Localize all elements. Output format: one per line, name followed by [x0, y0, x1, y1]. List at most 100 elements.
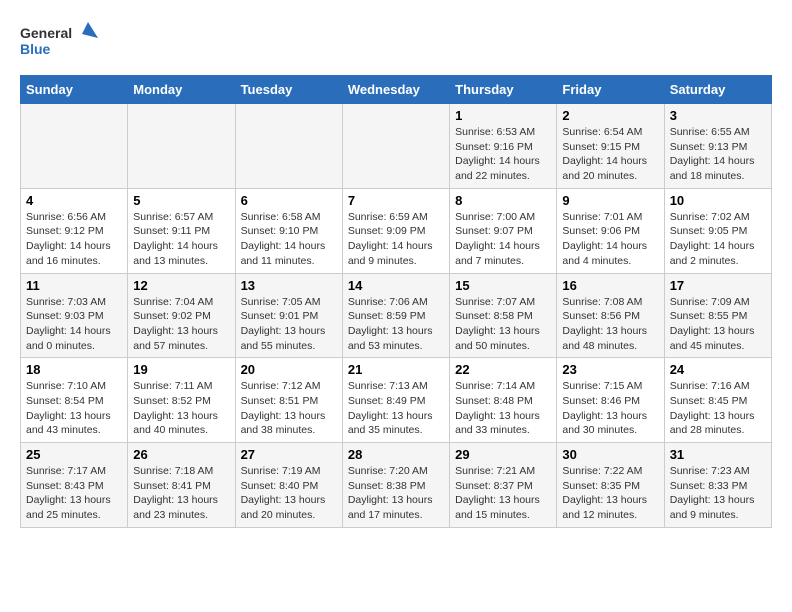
day-info: Sunrise: 7:02 AM Sunset: 9:05 PM Dayligh…	[670, 210, 766, 269]
day-cell: 31 Sunrise: 7:23 AM Sunset: 8:33 PM Dayli…	[664, 443, 771, 528]
day-cell: 28 Sunrise: 7:20 AM Sunset: 8:38 PM Dayli…	[342, 443, 449, 528]
day-info: Sunrise: 7:13 AM Sunset: 8:49 PM Dayligh…	[348, 379, 444, 438]
day-info: Sunrise: 7:22 AM Sunset: 8:35 PM Dayligh…	[562, 464, 658, 523]
day-info: Sunrise: 6:55 AM Sunset: 9:13 PM Dayligh…	[670, 125, 766, 184]
day-cell: 22Sunrise: 7:14 AM Sunset: 8:48 PM Dayli…	[450, 358, 557, 443]
day-number: 31	[670, 447, 766, 462]
day-number: 12	[133, 278, 229, 293]
day-info: Sunrise: 7:17 AM Sunset: 8:43 PM Dayligh…	[26, 464, 122, 523]
day-info: Sunrise: 6:59 AM Sunset: 9:09 PM Dayligh…	[348, 210, 444, 269]
day-info: Sunrise: 7:09 AM Sunset: 8:55 PM Dayligh…	[670, 295, 766, 354]
week-row-5: 25 Sunrise: 7:17 AM Sunset: 8:43 PM Dayli…	[21, 443, 772, 528]
weekday-header-thursday: Thursday	[450, 76, 557, 104]
day-number: 25	[26, 447, 122, 462]
day-cell: 14 Sunrise: 7:06 AM Sunset: 8:59 PM Dayli…	[342, 273, 449, 358]
day-number: 29	[455, 447, 551, 462]
day-cell: 13 Sunrise: 7:05 AM Sunset: 9:01 PM Dayli…	[235, 273, 342, 358]
day-number: 17	[670, 278, 766, 293]
day-cell: 7 Sunrise: 6:59 AM Sunset: 9:09 PM Daylig…	[342, 188, 449, 273]
day-cell: 27 Sunrise: 7:19 AM Sunset: 8:40 PM Dayli…	[235, 443, 342, 528]
day-cell: 12 Sunrise: 7:04 AM Sunset: 9:02 PM Dayli…	[128, 273, 235, 358]
day-cell	[128, 104, 235, 189]
day-cell: 24Sunrise: 7:16 AM Sunset: 8:45 PM Dayli…	[664, 358, 771, 443]
day-number: 23	[562, 362, 658, 377]
day-number: 24	[670, 362, 766, 377]
weekday-header-wednesday: Wednesday	[342, 76, 449, 104]
day-cell: 1 Sunrise: 6:53 AM Sunset: 9:16 PM Daylig…	[450, 104, 557, 189]
day-number: 14	[348, 278, 444, 293]
day-number: 30	[562, 447, 658, 462]
day-info: Sunrise: 7:14 AM Sunset: 8:48 PM Dayligh…	[455, 379, 551, 438]
day-number: 19	[133, 362, 229, 377]
day-info: Sunrise: 7:12 AM Sunset: 8:51 PM Dayligh…	[241, 379, 337, 438]
day-cell: 4 Sunrise: 6:56 AM Sunset: 9:12 PM Daylig…	[21, 188, 128, 273]
day-number: 13	[241, 278, 337, 293]
day-cell	[21, 104, 128, 189]
day-info: Sunrise: 7:11 AM Sunset: 8:52 PM Dayligh…	[133, 379, 229, 438]
day-info: Sunrise: 6:56 AM Sunset: 9:12 PM Dayligh…	[26, 210, 122, 269]
day-number: 3	[670, 108, 766, 123]
day-info: Sunrise: 7:10 AM Sunset: 8:54 PM Dayligh…	[26, 379, 122, 438]
day-number: 2	[562, 108, 658, 123]
day-cell: 23 Sunrise: 7:15 AM Sunset: 8:46 PM Dayli…	[557, 358, 664, 443]
svg-text:Blue: Blue	[20, 41, 51, 57]
day-number: 21	[348, 362, 444, 377]
day-cell: 21 Sunrise: 7:13 AM Sunset: 8:49 PM Dayli…	[342, 358, 449, 443]
day-cell: 16 Sunrise: 7:08 AM Sunset: 8:56 PM Dayli…	[557, 273, 664, 358]
day-cell: 8Sunrise: 7:00 AM Sunset: 9:07 PM Daylig…	[450, 188, 557, 273]
logo: General Blue	[20, 20, 100, 65]
day-cell: 18 Sunrise: 7:10 AM Sunset: 8:54 PM Dayli…	[21, 358, 128, 443]
week-row-3: 11 Sunrise: 7:03 AM Sunset: 9:03 PM Dayli…	[21, 273, 772, 358]
day-number: 9	[562, 193, 658, 208]
day-info: Sunrise: 7:15 AM Sunset: 8:46 PM Dayligh…	[562, 379, 658, 438]
day-number: 16	[562, 278, 658, 293]
day-number: 4	[26, 193, 122, 208]
logo-svg: General Blue	[20, 20, 100, 65]
day-cell	[235, 104, 342, 189]
day-info: Sunrise: 6:54 AM Sunset: 9:15 PM Dayligh…	[562, 125, 658, 184]
weekday-header-tuesday: Tuesday	[235, 76, 342, 104]
day-info: Sunrise: 7:08 AM Sunset: 8:56 PM Dayligh…	[562, 295, 658, 354]
day-number: 27	[241, 447, 337, 462]
day-info: Sunrise: 7:23 AM Sunset: 8:33 PM Dayligh…	[670, 464, 766, 523]
day-cell: 19 Sunrise: 7:11 AM Sunset: 8:52 PM Dayli…	[128, 358, 235, 443]
day-info: Sunrise: 6:58 AM Sunset: 9:10 PM Dayligh…	[241, 210, 337, 269]
day-info: Sunrise: 6:53 AM Sunset: 9:16 PM Dayligh…	[455, 125, 551, 184]
day-number: 10	[670, 193, 766, 208]
day-info: Sunrise: 7:06 AM Sunset: 8:59 PM Dayligh…	[348, 295, 444, 354]
day-cell: 2 Sunrise: 6:54 AM Sunset: 9:15 PM Daylig…	[557, 104, 664, 189]
day-info: Sunrise: 7:01 AM Sunset: 9:06 PM Dayligh…	[562, 210, 658, 269]
day-info: Sunrise: 7:21 AM Sunset: 8:37 PM Dayligh…	[455, 464, 551, 523]
day-cell: 25 Sunrise: 7:17 AM Sunset: 8:43 PM Dayli…	[21, 443, 128, 528]
day-number: 1	[455, 108, 551, 123]
day-cell: 6 Sunrise: 6:58 AM Sunset: 9:10 PM Daylig…	[235, 188, 342, 273]
day-info: Sunrise: 7:05 AM Sunset: 9:01 PM Dayligh…	[241, 295, 337, 354]
day-number: 6	[241, 193, 337, 208]
day-cell: 20 Sunrise: 7:12 AM Sunset: 8:51 PM Dayli…	[235, 358, 342, 443]
week-row-4: 18 Sunrise: 7:10 AM Sunset: 8:54 PM Dayli…	[21, 358, 772, 443]
day-number: 11	[26, 278, 122, 293]
day-number: 26	[133, 447, 229, 462]
day-info: Sunrise: 7:18 AM Sunset: 8:41 PM Dayligh…	[133, 464, 229, 523]
weekday-header-row: SundayMondayTuesdayWednesdayThursdayFrid…	[21, 76, 772, 104]
day-cell: 10 Sunrise: 7:02 AM Sunset: 9:05 PM Dayli…	[664, 188, 771, 273]
day-number: 20	[241, 362, 337, 377]
day-info: Sunrise: 6:57 AM Sunset: 9:11 PM Dayligh…	[133, 210, 229, 269]
weekday-header-saturday: Saturday	[664, 76, 771, 104]
day-cell: 15 Sunrise: 7:07 AM Sunset: 8:58 PM Dayli…	[450, 273, 557, 358]
day-info: Sunrise: 7:19 AM Sunset: 8:40 PM Dayligh…	[241, 464, 337, 523]
day-info: Sunrise: 7:04 AM Sunset: 9:02 PM Dayligh…	[133, 295, 229, 354]
day-number: 15	[455, 278, 551, 293]
day-number: 7	[348, 193, 444, 208]
day-number: 18	[26, 362, 122, 377]
day-info: Sunrise: 7:20 AM Sunset: 8:38 PM Dayligh…	[348, 464, 444, 523]
weekday-header-monday: Monday	[128, 76, 235, 104]
day-number: 28	[348, 447, 444, 462]
day-cell: 26 Sunrise: 7:18 AM Sunset: 8:41 PM Dayli…	[128, 443, 235, 528]
weekday-header-sunday: Sunday	[21, 76, 128, 104]
day-info: Sunrise: 7:03 AM Sunset: 9:03 PM Dayligh…	[26, 295, 122, 354]
day-number: 8	[455, 193, 551, 208]
calendar-table: SundayMondayTuesdayWednesdayThursdayFrid…	[20, 75, 772, 528]
day-info: Sunrise: 7:07 AM Sunset: 8:58 PM Dayligh…	[455, 295, 551, 354]
header: General Blue	[20, 20, 772, 65]
